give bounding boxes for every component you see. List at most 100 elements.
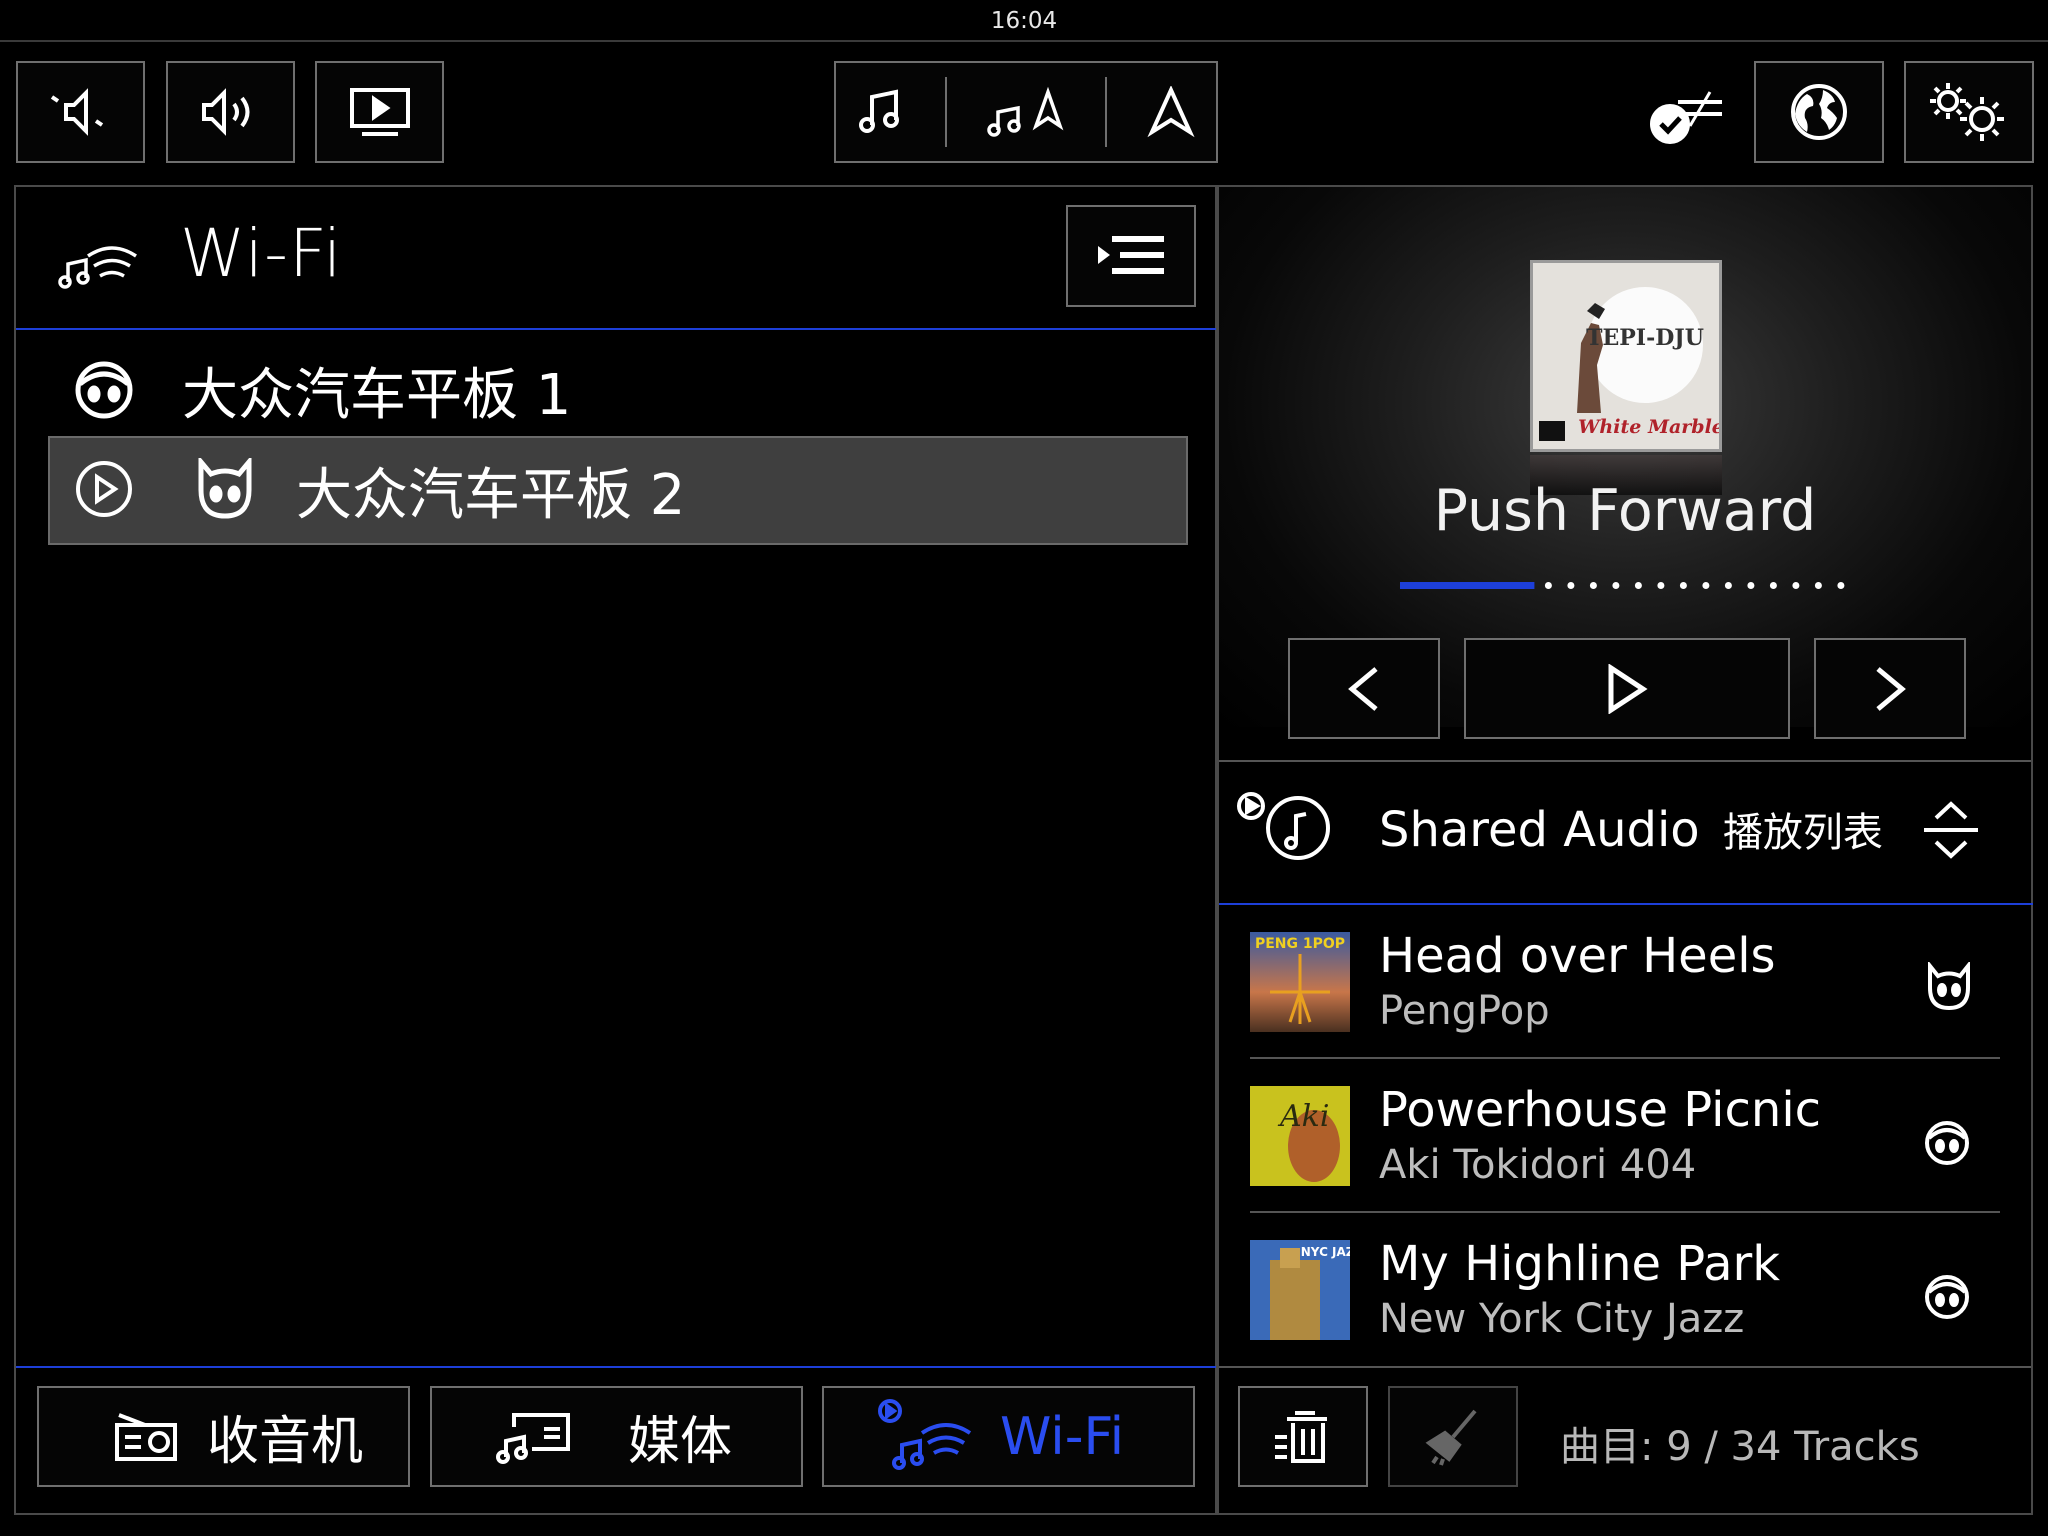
delete-button[interactable]	[1238, 1386, 1368, 1487]
play-circle-icon[interactable]	[74, 459, 134, 523]
now-playing-title: Push Forward	[1433, 478, 1817, 544]
playlist-title[interactable]: Shared Audio 播放列表	[1379, 800, 1883, 858]
progress-dot	[1837, 582, 1845, 589]
settings-gears-icon	[1930, 83, 2004, 141]
view-mode-selector[interactable]	[834, 61, 1218, 163]
device-item[interactable]: 大众汽车平板 1	[70, 340, 571, 440]
globe-button[interactable]	[1754, 61, 1884, 163]
navigation-arrow-icon[interactable]	[1146, 86, 1196, 138]
face-icon	[1926, 960, 1972, 1016]
thumb-text: NYC JAZZ	[1301, 1245, 1350, 1259]
play-icon	[1608, 663, 1648, 714]
sync-check-icon[interactable]	[1648, 80, 1730, 150]
media-icon	[496, 1405, 572, 1469]
playlist-icon	[1236, 790, 1336, 874]
segment-divider	[1105, 77, 1108, 147]
track-thumbnail: Aki	[1250, 1086, 1350, 1186]
row-divider	[1250, 1211, 2000, 1213]
playlist-divider	[1219, 903, 2033, 905]
device-item-selected[interactable]: 大众汽车平板 2	[48, 436, 1188, 545]
progress-dot	[1702, 582, 1710, 589]
progress-bar[interactable]	[1400, 575, 1860, 595]
device-label: 大众汽车平板 2	[296, 463, 686, 528]
thumb-text: PENG 1POP	[1255, 936, 1345, 952]
settings-button[interactable]	[1904, 61, 2034, 163]
volume-icon	[201, 88, 249, 136]
progress-dot	[1589, 582, 1597, 589]
tab-media[interactable]: 媒体	[430, 1386, 803, 1487]
progress-dot	[1769, 582, 1777, 589]
previous-button[interactable]	[1288, 638, 1440, 739]
header-divider	[16, 328, 1216, 330]
thumb-text: Aki	[1277, 1099, 1329, 1134]
tab-radio-label: 收音机	[207, 1412, 364, 1472]
music-note-icon[interactable]	[856, 87, 906, 137]
track-count: 曲目: 9 / 34 Tracks	[1560, 1424, 1920, 1470]
list-item[interactable]: PENG 1POP Head over Heels PengPop	[1250, 910, 2000, 1062]
playlist-suffix: 播放列表	[1722, 810, 1883, 856]
music-navigation-icon[interactable]	[986, 86, 1066, 138]
progress-dot	[1724, 582, 1732, 589]
track-artist: Aki Tokidori 404	[1379, 1142, 1697, 1188]
footer-divider	[1219, 1366, 2031, 1368]
playlist-name: Shared Audio	[1379, 802, 1700, 858]
tab-media-label: 媒体	[628, 1412, 733, 1472]
track-thumbnail: PENG 1POP	[1250, 932, 1350, 1032]
progress-dot	[1679, 582, 1687, 589]
wifi-music-icon	[58, 230, 142, 294]
progress-fill	[1400, 582, 1535, 589]
track-artist: PengPop	[1379, 988, 1550, 1034]
face-icon	[1922, 1270, 1972, 1324]
wifi-music-icon	[878, 1398, 976, 1475]
progress-dot	[1634, 582, 1642, 589]
broom-icon	[1425, 1409, 1477, 1466]
page-title: Wi-Fi	[180, 215, 343, 292]
tab-wifi[interactable]: Wi-Fi	[822, 1386, 1195, 1487]
list-item[interactable]: NYC JAZZ My Highline Park New York City …	[1250, 1218, 2000, 1370]
tab-wifi-label: Wi-Fi	[1000, 1406, 1125, 1467]
progress-dot	[1814, 582, 1822, 589]
progress-dot	[1792, 582, 1800, 589]
previous-icon	[1348, 666, 1378, 711]
status-divider	[0, 40, 2048, 42]
screen-play-icon	[349, 88, 410, 136]
next-icon	[1876, 666, 1906, 711]
segment-divider	[944, 77, 947, 147]
album-art: TEPI-DJU White Marble	[1530, 260, 1722, 452]
face-icon	[196, 454, 254, 524]
progress-dot	[1612, 582, 1620, 589]
tab-radio[interactable]: 收音机	[37, 1386, 410, 1487]
track-title: My Highline Park	[1379, 1236, 1781, 1292]
radio-icon	[113, 1407, 179, 1467]
progress-dot	[1657, 582, 1665, 589]
progress-dot	[1544, 582, 1552, 589]
screen-button[interactable]	[315, 61, 444, 163]
menu-list-icon	[1098, 236, 1164, 274]
play-button[interactable]	[1464, 638, 1790, 739]
globe-icon	[1791, 84, 1847, 140]
delete-list-icon	[1275, 1410, 1327, 1463]
album-text: TEPI-DJU	[1586, 325, 1704, 351]
sort-icon[interactable]	[1922, 800, 1980, 864]
progress-dot	[1747, 582, 1755, 589]
volume-button[interactable]	[166, 61, 295, 163]
tabs-divider	[16, 1366, 1216, 1368]
face-icon	[70, 354, 138, 426]
mute-icon	[50, 88, 103, 136]
track-title: Powerhouse Picnic	[1379, 1082, 1822, 1138]
progress-dot	[1567, 582, 1575, 589]
menu-button[interactable]	[1066, 205, 1196, 307]
track-thumbnail: NYC JAZZ	[1250, 1240, 1364, 1340]
face-icon	[1922, 1116, 1972, 1170]
clock: 16:04	[990, 8, 1058, 34]
track-artist: New York City Jazz	[1379, 1296, 1745, 1342]
mute-button[interactable]	[16, 61, 145, 163]
clear-button[interactable]	[1388, 1386, 1518, 1487]
row-divider	[1250, 1057, 2000, 1059]
list-item[interactable]: Aki Powerhouse Picnic Aki Tokidori 404	[1250, 1064, 2000, 1216]
player-divider	[1219, 760, 2031, 762]
next-button[interactable]	[1814, 638, 1966, 739]
track-title: Head over Heels	[1379, 928, 1776, 984]
album-subtitle: White Marble	[1578, 416, 1719, 438]
device-label: 大众汽车平板 1	[182, 362, 572, 428]
